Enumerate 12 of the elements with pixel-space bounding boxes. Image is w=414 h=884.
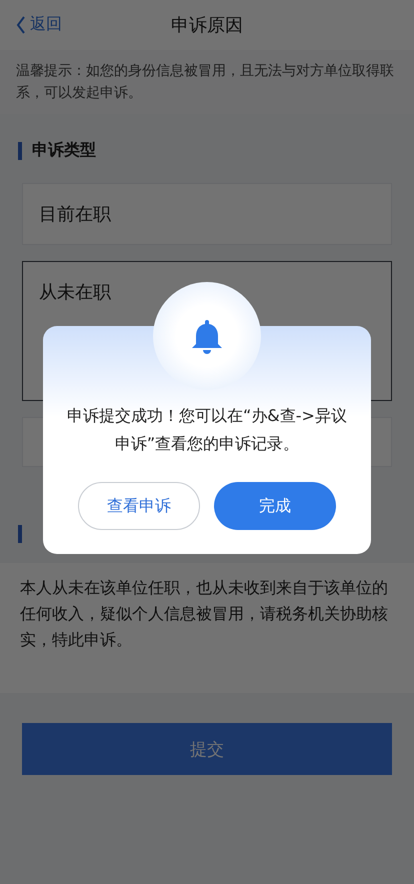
submit-button[interactable]: 提交 [22,723,392,775]
back-chevron-icon [16,16,26,34]
description-text: 本人从未在该单位任职，也从未收到来自于该单位的任何收入，疑似个人信息被冒用，请税务机关协助核实，特此申诉。 [0,563,414,693]
section-marker [18,142,22,160]
section-marker [18,525,22,543]
option-card[interactable]: 目前在职 [22,183,392,245]
view-appeal-button[interactable]: 查看申诉 [78,482,200,530]
back-link[interactable]: 返回 [16,14,62,35]
section-title: 申诉类型 [32,140,96,161]
page-title: 申诉原因 [171,14,243,37]
done-button[interactable]: 完成 [214,482,336,530]
dialog-message: 申诉提交成功！您可以在“办&查->异议申诉”查看您的申诉记录。 [66,405,348,455]
